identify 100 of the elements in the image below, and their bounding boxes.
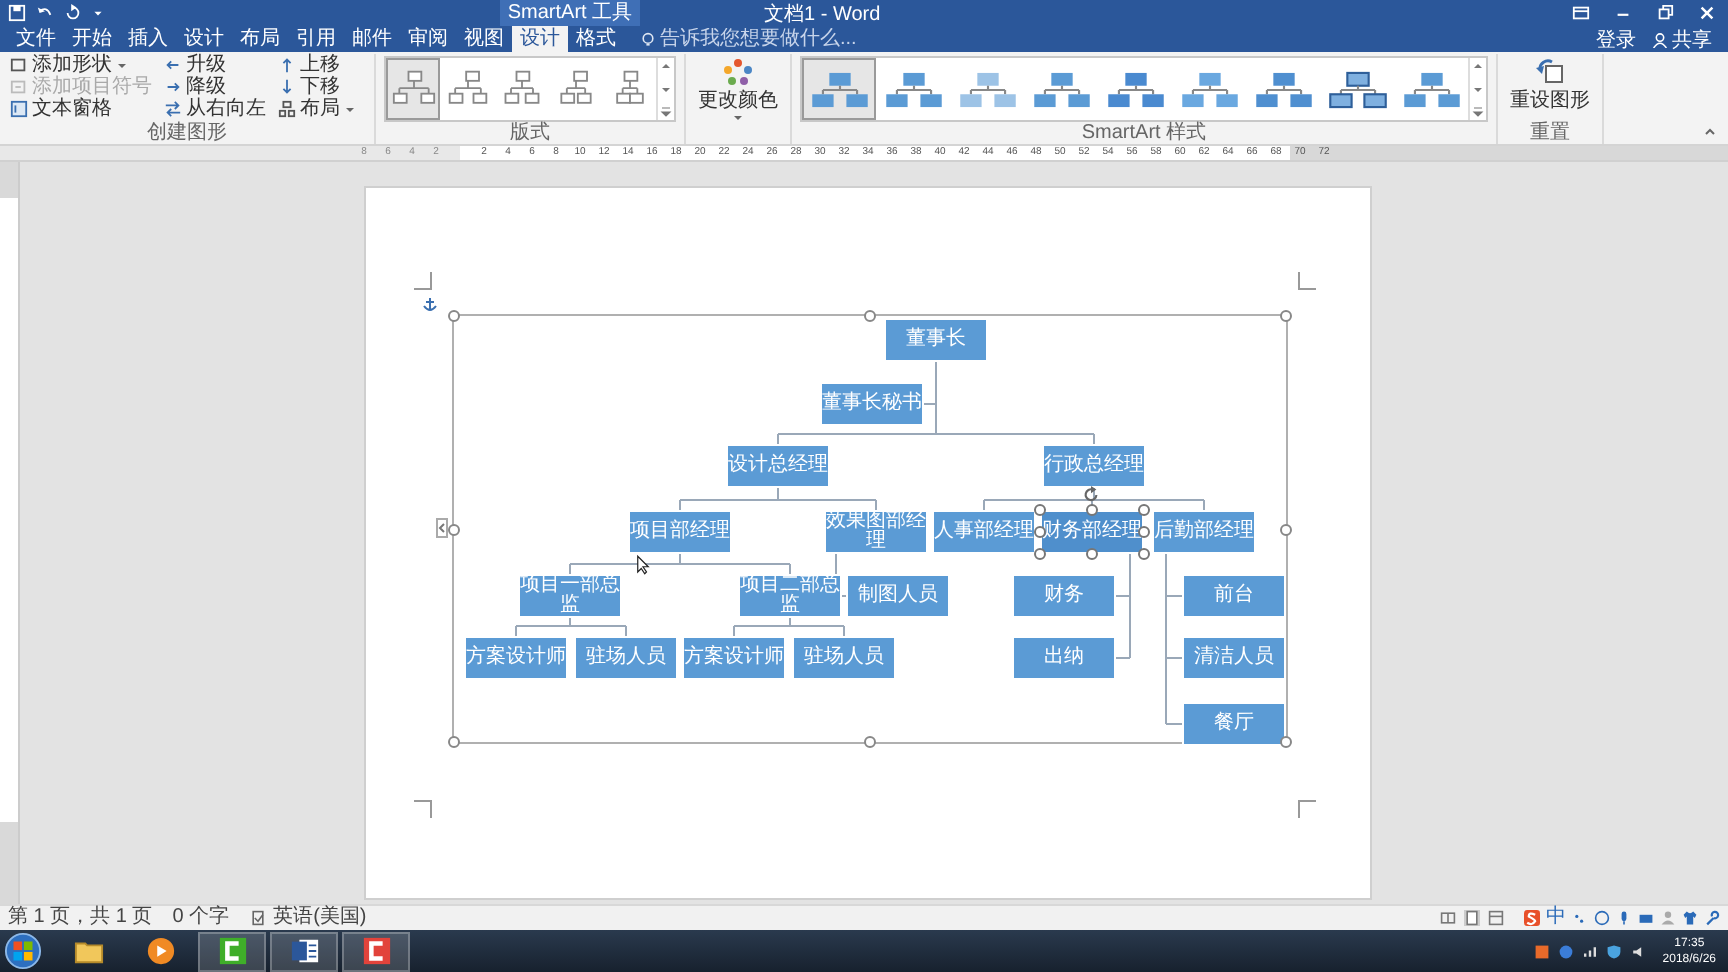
anchor-icon (422, 296, 438, 312)
reset-icon (1534, 58, 1566, 86)
print-layout-icon[interactable] (1464, 910, 1480, 926)
more-icon[interactable] (660, 106, 672, 118)
resize-handle[interactable] (448, 736, 460, 748)
sign-in-link[interactable]: 登录 (1596, 25, 1636, 53)
ribbon-tab[interactable]: 布局 (232, 26, 288, 52)
keyboard-icon[interactable] (1638, 910, 1654, 926)
resize-handle[interactable] (864, 310, 876, 322)
ribbon-tab[interactable]: 设计 (176, 26, 232, 52)
ime-logo-icon[interactable] (1524, 910, 1540, 926)
swap-arrows-icon (164, 100, 182, 118)
input-mode-toggle[interactable]: 中 (1546, 906, 1566, 930)
resize-handle[interactable] (1280, 736, 1292, 748)
down-arrow-icon (278, 78, 296, 96)
word-count[interactable]: 0 个字 (172, 906, 230, 930)
ribbon-tab[interactable]: 开始 (64, 26, 120, 52)
scroll-up-icon[interactable] (660, 60, 672, 72)
shield-icon[interactable] (1606, 943, 1623, 959)
group-label: 重置 (1528, 122, 1572, 144)
context-tab-group: SmartArt 工具 (500, 0, 640, 26)
caret-icon (116, 59, 128, 71)
language-indicator[interactable]: 英语(美国) (273, 906, 367, 930)
ribbon-tab[interactable]: 设计 (512, 26, 568, 52)
ribbon-command[interactable]: 降级 (162, 76, 268, 98)
scroll-up-icon[interactable] (1472, 60, 1484, 72)
tray-circle-icon[interactable] (1558, 943, 1575, 959)
group-label: 创建图形 (145, 122, 229, 144)
speaker-icon[interactable] (1630, 943, 1647, 959)
group-label: SmartArt 样式 (1079, 122, 1209, 144)
scroll-down-icon[interactable] (660, 83, 672, 95)
collapse-ribbon-icon[interactable] (1704, 126, 1716, 138)
reset-graphic-button[interactable]: 重设图形 (1506, 54, 1594, 112)
proofing-icon[interactable] (249, 910, 266, 926)
ribbon-command[interactable]: 布局 (276, 98, 358, 120)
resize-handle[interactable] (1280, 523, 1292, 535)
restore-icon[interactable] (1656, 4, 1674, 22)
ribbon-command[interactable]: 文本窗格 (8, 98, 154, 120)
lightbulb-icon (640, 31, 656, 47)
ribbon-tab[interactable]: 格式 (568, 26, 624, 52)
right-arrow-icon (164, 78, 182, 96)
up-arrow-icon (278, 56, 296, 74)
color-dots-icon (722, 58, 754, 86)
resize-handle[interactable] (1280, 310, 1292, 322)
taskbar-app-icon[interactable] (198, 931, 266, 971)
shirt-icon[interactable] (1682, 910, 1698, 926)
resize-handle[interactable] (448, 310, 460, 322)
connector-line (733, 617, 845, 637)
web-layout-icon[interactable] (1488, 910, 1504, 926)
ribbon-tab[interactable]: 文件 (8, 26, 64, 52)
taskbar-app-icon[interactable] (342, 931, 410, 971)
ribbon-display-icon[interactable] (1572, 4, 1590, 22)
rotate-handle-icon[interactable] (1082, 486, 1100, 504)
microphone-icon[interactable] (1616, 910, 1632, 926)
crop-mark (414, 800, 432, 818)
tray-app-icon[interactable] (1534, 943, 1551, 959)
network-icon[interactable] (1582, 943, 1599, 959)
read-mode-icon[interactable] (1440, 910, 1456, 926)
ribbon-command[interactable]: 上移 (276, 54, 358, 76)
emoji-icon[interactable] (1594, 910, 1610, 926)
resize-handle[interactable] (448, 523, 460, 535)
person-icon (1652, 31, 1668, 47)
more-icon[interactable] (1472, 106, 1484, 118)
punctuation-icon[interactable] (1572, 910, 1588, 926)
page-count[interactable]: 第 1 页，共 1 页 (8, 906, 153, 930)
ribbon-command[interactable]: 升级 (162, 54, 268, 76)
resize-handle[interactable] (1086, 504, 1098, 516)
ribbon-tab[interactable]: 邮件 (344, 26, 400, 52)
ribbon-tab[interactable]: 插入 (120, 26, 176, 52)
share-button[interactable]: 共享 (1648, 25, 1728, 53)
redo-icon[interactable] (64, 4, 82, 22)
resize-handle[interactable] (864, 736, 876, 748)
ribbon-command[interactable]: 添加形状 (8, 54, 154, 76)
hierarchy-icon (278, 100, 296, 118)
ribbon-command[interactable]: 从右向左 (162, 98, 268, 120)
taskbar-document-icon[interactable] (270, 931, 338, 971)
group-label: 版式 (508, 122, 552, 144)
scroll-down-icon[interactable] (1472, 83, 1484, 95)
ribbon-tab[interactable]: 视图 (456, 26, 512, 52)
list-icon (10, 78, 28, 96)
close-icon[interactable] (1698, 4, 1716, 22)
cursor-icon (636, 554, 650, 576)
caret-icon (344, 103, 356, 115)
left-arrow-icon (164, 56, 182, 74)
crop-mark (1298, 800, 1316, 818)
save-icon[interactable] (8, 4, 26, 22)
ribbon-tab[interactable]: 审阅 (400, 26, 456, 52)
text-pane-toggle-icon[interactable] (436, 518, 448, 538)
style-thumbnail[interactable] (802, 58, 876, 120)
text-pane-icon (10, 100, 28, 118)
change-colors-button[interactable]: 更改颜色 (694, 54, 782, 124)
connector-line (515, 617, 627, 637)
layout-thumbnail[interactable] (386, 58, 440, 120)
wrench-icon[interactable] (1704, 910, 1720, 926)
ribbon-command[interactable]: 下移 (276, 76, 358, 98)
search-field[interactable]: 告诉我您想要做什么... (656, 27, 904, 51)
ribbon-tab[interactable]: 引用 (288, 26, 344, 52)
start-button[interactable] (4, 932, 42, 970)
crop-mark (414, 272, 432, 290)
window-title: 文档1 - Word (764, 1, 881, 27)
